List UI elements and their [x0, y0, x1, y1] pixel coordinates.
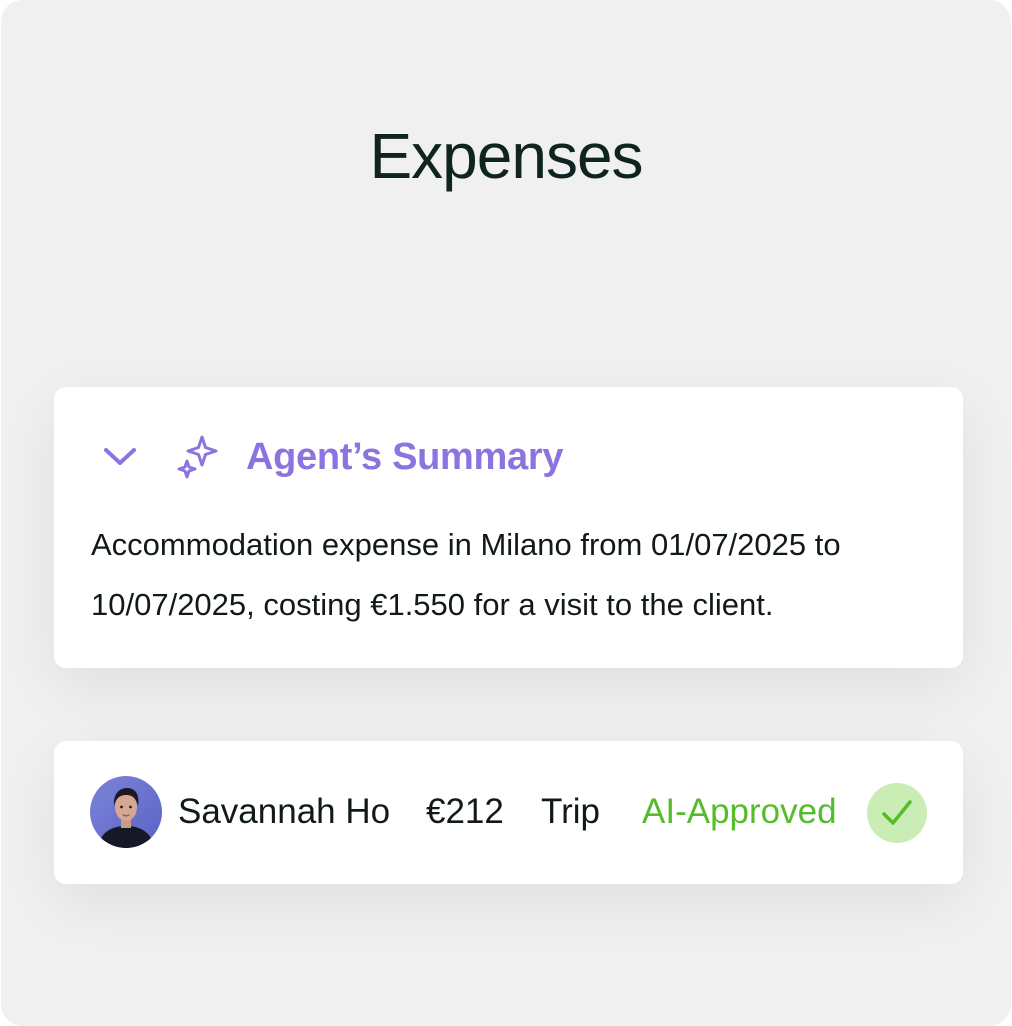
- avatar: [90, 776, 162, 848]
- status-badge: AI-Approved: [642, 792, 837, 831]
- agent-summary-card: Agent’s Summary Accommodation expense in…: [54, 387, 963, 668]
- chevron-down-icon[interactable]: [100, 437, 140, 477]
- page-title: Expenses: [369, 120, 643, 192]
- agent-summary-text: Accommodation expense in Milano from 01/…: [91, 527, 841, 622]
- expense-row[interactable]: Savannah Ho €212 Trip AI-Approved: [54, 741, 963, 884]
- agent-summary-title: Agent’s Summary: [246, 435, 564, 478]
- expenses-panel: Expenses Agent’s Summary Accommodation e…: [1, 0, 1011, 1026]
- expense-amount: €212: [426, 792, 504, 831]
- check-icon: [867, 783, 927, 843]
- agent-summary-header[interactable]: Agent’s Summary: [100, 431, 563, 483]
- sparkle-icon: [174, 433, 222, 481]
- expense-category: Trip: [541, 792, 600, 831]
- employee-name: Savannah Ho: [178, 792, 391, 831]
